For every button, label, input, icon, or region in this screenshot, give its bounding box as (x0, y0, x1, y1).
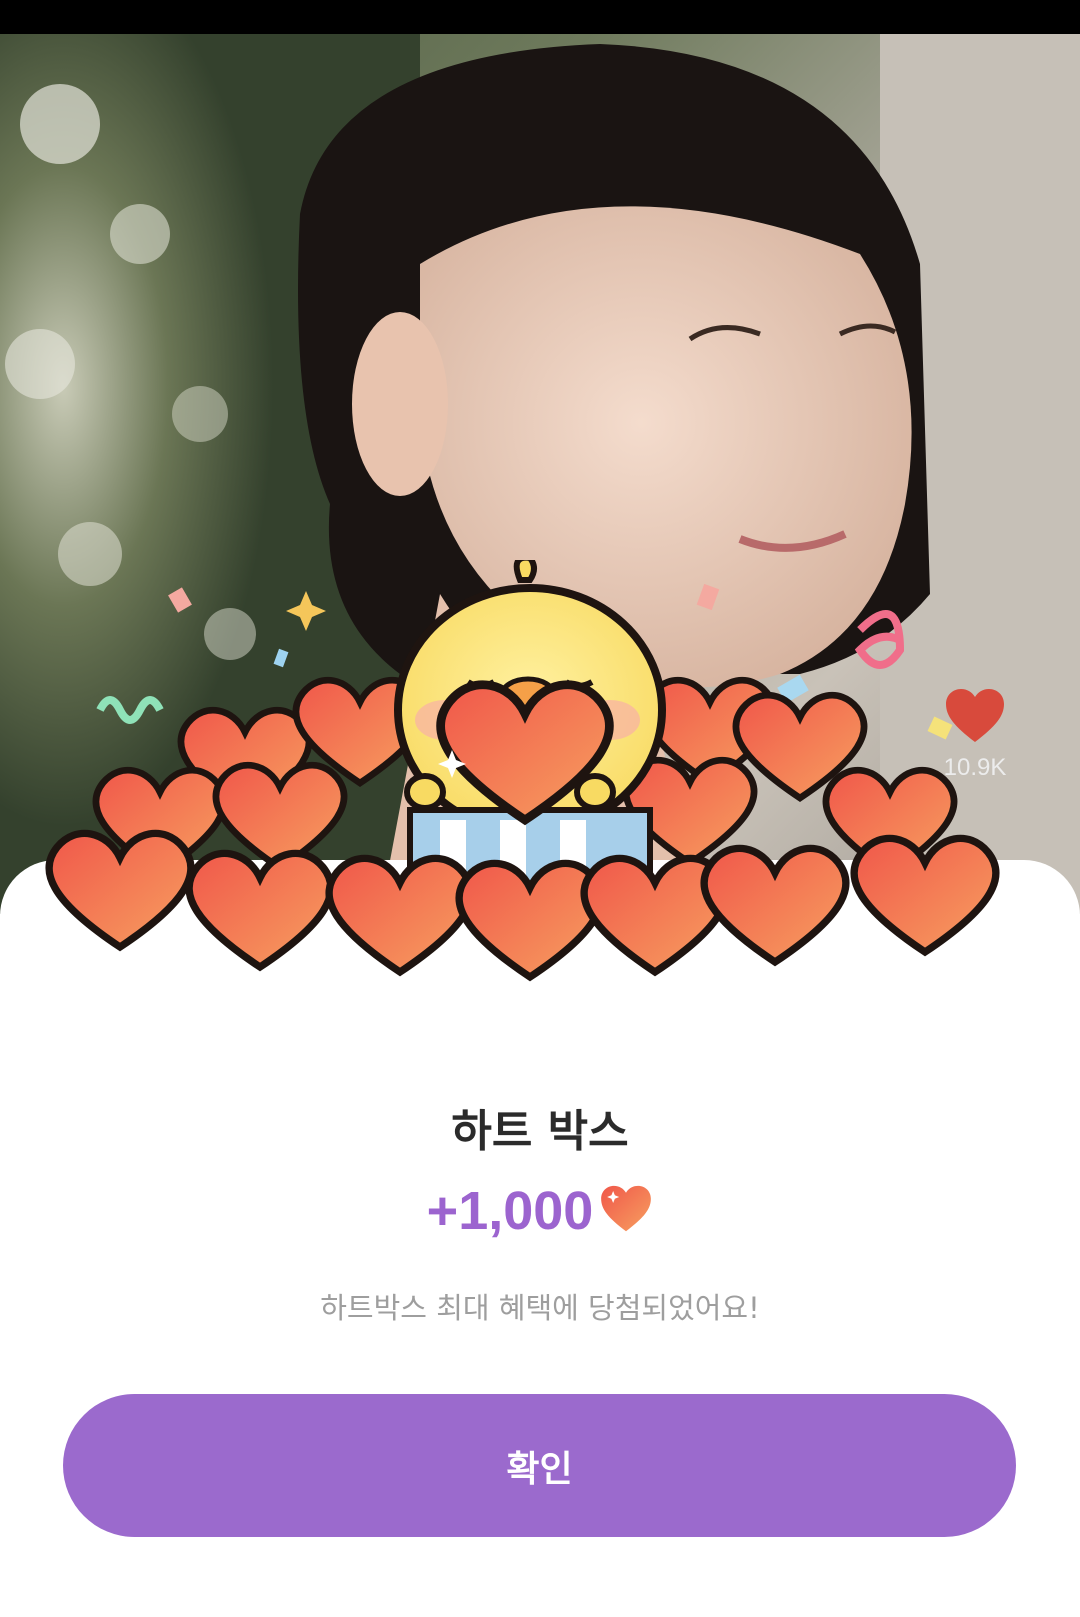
confirm-button[interactable]: 확인 (63, 1394, 1016, 1537)
reward-amount-row: +1,000 (0, 1180, 1080, 1242)
chick-with-hearts-illustration (0, 554, 1080, 1040)
heart-icon (601, 1185, 652, 1232)
popup-title: 하트 박스 (451, 1106, 629, 1157)
chick-character (394, 554, 666, 903)
reward-message: 하트박스 최대 혜택에 당첨되었어요! (320, 1291, 760, 1325)
reward-amount: +1,000 (426, 1181, 594, 1241)
heart-box-screen: 10.9K 하트 박스 +1,000 하트박스 최대 혜택에 당첨되었어요! 확… (0, 0, 1080, 1617)
status-bar (0, 0, 1080, 34)
